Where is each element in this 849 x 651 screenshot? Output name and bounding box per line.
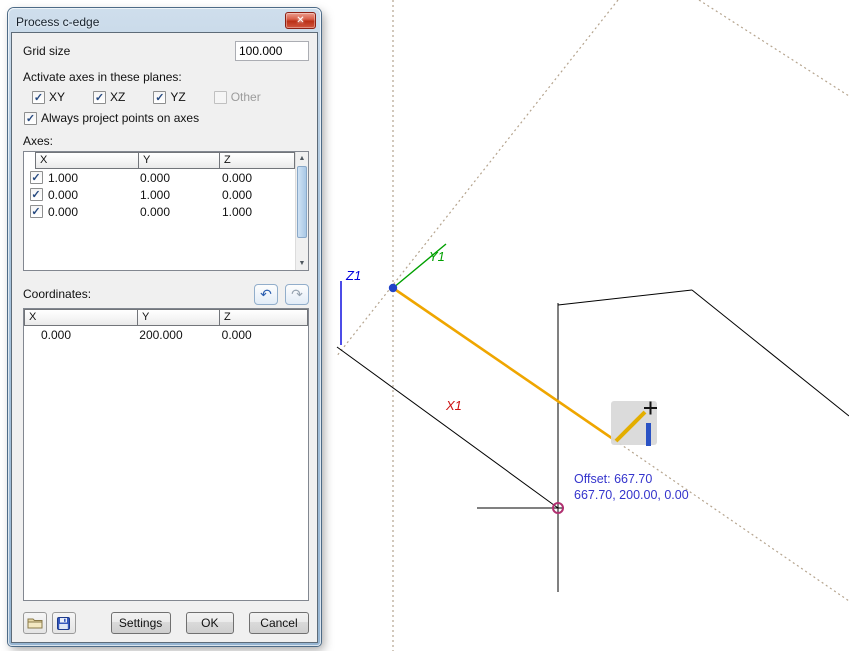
save-floppy-icon — [57, 617, 70, 630]
coordinates-table-row[interactable]: 0.000 200.000 0.000 — [24, 326, 308, 343]
coordinates-section-label: Coordinates: — [23, 287, 91, 301]
axis-row-checkbox[interactable]: ✓ — [30, 205, 43, 218]
redo-icon: ↷ — [291, 286, 303, 303]
project-points-checkbox[interactable]: ✓ Always project points on axes — [24, 111, 199, 125]
cancel-button[interactable]: Cancel — [249, 612, 309, 634]
plane-label-other: Other — [231, 90, 261, 104]
application-window: Z1 Y1 X1 Offset: 667.70 667.70, 200.00, … — [0, 0, 849, 651]
checkbox-checked-icon[interactable]: ✓ — [24, 112, 37, 125]
plane-checkbox-other: Other — [214, 90, 261, 104]
plane-label-yz: YZ — [170, 90, 185, 104]
checkbox-checked-icon[interactable]: ✓ — [32, 91, 45, 104]
axis-cell-y: 0.000 — [140, 205, 222, 219]
axes-section-label: Axes: — [23, 134, 309, 148]
scroll-up-icon[interactable]: ▲ — [296, 152, 308, 165]
axis-cell-y: 1.000 — [140, 188, 222, 202]
axis-label-z1: Z1 — [345, 268, 361, 283]
open-folder-icon — [27, 617, 43, 629]
coords-column-header-z[interactable]: Z — [219, 309, 308, 326]
axis-label-y1: Y1 — [429, 249, 445, 264]
edge-line — [692, 290, 849, 416]
ok-button[interactable]: OK — [186, 612, 234, 634]
close-icon: ✕ — [296, 15, 304, 26]
coordinates-table: X Y Z 0.000 200.000 0.000 — [23, 308, 309, 601]
axis-cell-z: 0.000 — [222, 171, 292, 185]
plane-checkbox-yz[interactable]: ✓ YZ — [153, 90, 185, 104]
axis-cell-x: 0.000 — [48, 205, 140, 219]
axes-column-header-z[interactable]: Z — [219, 152, 295, 169]
coord-cell-z: 0.000 — [220, 328, 308, 342]
edge-line — [337, 347, 558, 508]
axes-column-header-x[interactable]: X — [35, 152, 139, 169]
save-button[interactable] — [52, 612, 76, 634]
process-c-edge-dialog: Process c-edge ✕ Grid size Activate axes… — [8, 8, 321, 646]
edge-line — [558, 290, 692, 305]
axis-cell-z: 1.000 — [222, 205, 292, 219]
offset-tooltip-line1: Offset: 667.70 — [574, 472, 652, 486]
guide-line-top-right — [699, 0, 849, 96]
axis-cell-y: 0.000 — [140, 171, 222, 185]
axes-table: X Y Z ✓ 1.000 0.000 0.000 ✓ 0.000 1.000 … — [23, 151, 309, 271]
axes-table-scrollbar[interactable]: ▲ ▼ — [295, 152, 308, 270]
axis-cell-x: 1.000 — [48, 171, 140, 185]
undo-icon: ↶ — [260, 286, 272, 303]
offset-tooltip-line2: 667.70, 200.00, 0.00 — [574, 488, 689, 502]
coords-column-header-y[interactable]: Y — [137, 309, 220, 326]
plane-label-xy: XY — [49, 90, 65, 104]
dialog-titlebar[interactable]: Process c-edge ✕ — [11, 11, 318, 32]
grid-size-input[interactable] — [235, 41, 309, 61]
axes-table-row[interactable]: ✓ 0.000 1.000 0.000 — [24, 186, 308, 203]
axis-row-checkbox[interactable]: ✓ — [30, 188, 43, 201]
scroll-down-icon[interactable]: ▼ — [296, 257, 308, 270]
close-button[interactable]: ✕ — [285, 12, 316, 29]
plane-checkbox-xy[interactable]: ✓ XY — [32, 90, 65, 104]
grid-size-label: Grid size — [23, 44, 70, 58]
planes-section-label: Activate axes in these planes: — [23, 70, 309, 84]
axes-table-row[interactable]: ✓ 0.000 0.000 1.000 — [24, 203, 308, 220]
scrollbar-thumb[interactable] — [297, 166, 307, 238]
dialog-body: Grid size Activate axes in these planes:… — [11, 32, 318, 643]
checkbox-checked-icon[interactable]: ✓ — [93, 91, 106, 104]
checkbox-checked-icon[interactable]: ✓ — [153, 91, 166, 104]
undo-button[interactable]: ↶ — [254, 284, 278, 305]
settings-button[interactable]: Settings — [111, 612, 171, 634]
start-point-marker — [389, 284, 397, 292]
coord-cell-x: 0.000 — [24, 328, 137, 342]
axes-table-row[interactable]: ✓ 1.000 0.000 0.000 — [24, 169, 308, 186]
plane-label-xz: XZ — [110, 90, 125, 104]
preview-line — [393, 288, 616, 441]
project-points-label: Always project points on axes — [41, 111, 199, 125]
axes-column-header-y[interactable]: Y — [138, 152, 220, 169]
dialog-title: Process c-edge — [16, 15, 99, 29]
coord-cell-y: 200.000 — [137, 328, 219, 342]
checkbox-disabled-icon — [214, 91, 227, 104]
axis-cell-z: 0.000 — [222, 188, 292, 202]
plane-checkbox-xz[interactable]: ✓ XZ — [93, 90, 125, 104]
axis-row-checkbox[interactable]: ✓ — [30, 171, 43, 184]
line-tool-cursor-icon — [611, 401, 657, 446]
axis-cell-x: 0.000 — [48, 188, 140, 202]
open-button[interactable] — [23, 612, 47, 634]
axis-label-x1: X1 — [445, 398, 462, 413]
coords-column-header-x[interactable]: X — [24, 309, 138, 326]
redo-button[interactable]: ↷ — [285, 284, 309, 305]
